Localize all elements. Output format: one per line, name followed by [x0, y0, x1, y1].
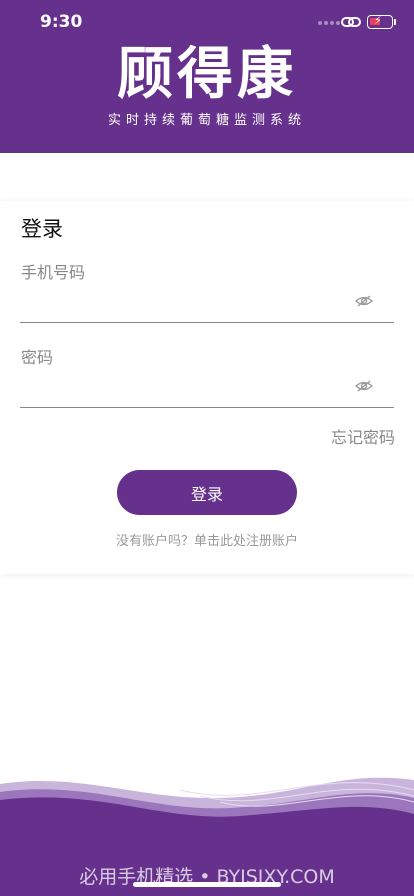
battery-cap [394, 19, 396, 25]
login-button[interactable]: 登录 [117, 470, 297, 515]
phone-input[interactable] [20, 289, 394, 323]
battery-icon: ⚡ [367, 14, 393, 29]
app-slogan: 实时持续葡萄糖监测系统 [107, 113, 306, 128]
app-logo: 顾得康 [117, 42, 297, 107]
link-icon [341, 17, 361, 27]
register-link[interactable]: 没有账户吗？单击此处注册账户 [0, 530, 414, 549]
forgot-password-link[interactable]: 忘记密码 [331, 424, 395, 448]
status-time: 9:30 [40, 12, 83, 32]
app-header: 9:30 ⚡ 顾得康 实时持续葡萄糖监测系统 [0, 0, 414, 153]
eye-off-icon[interactable] [355, 379, 373, 393]
home-indicator[interactable] [133, 882, 281, 887]
eye-off-icon[interactable] [355, 294, 373, 308]
login-title: 登录 [21, 217, 63, 241]
phone-label: 手机号码 [21, 263, 86, 282]
password-input[interactable] [20, 374, 394, 408]
status-bar: 9:30 ⚡ [0, 0, 414, 44]
password-label: 密码 [21, 348, 54, 367]
signal-icon [318, 21, 340, 25]
